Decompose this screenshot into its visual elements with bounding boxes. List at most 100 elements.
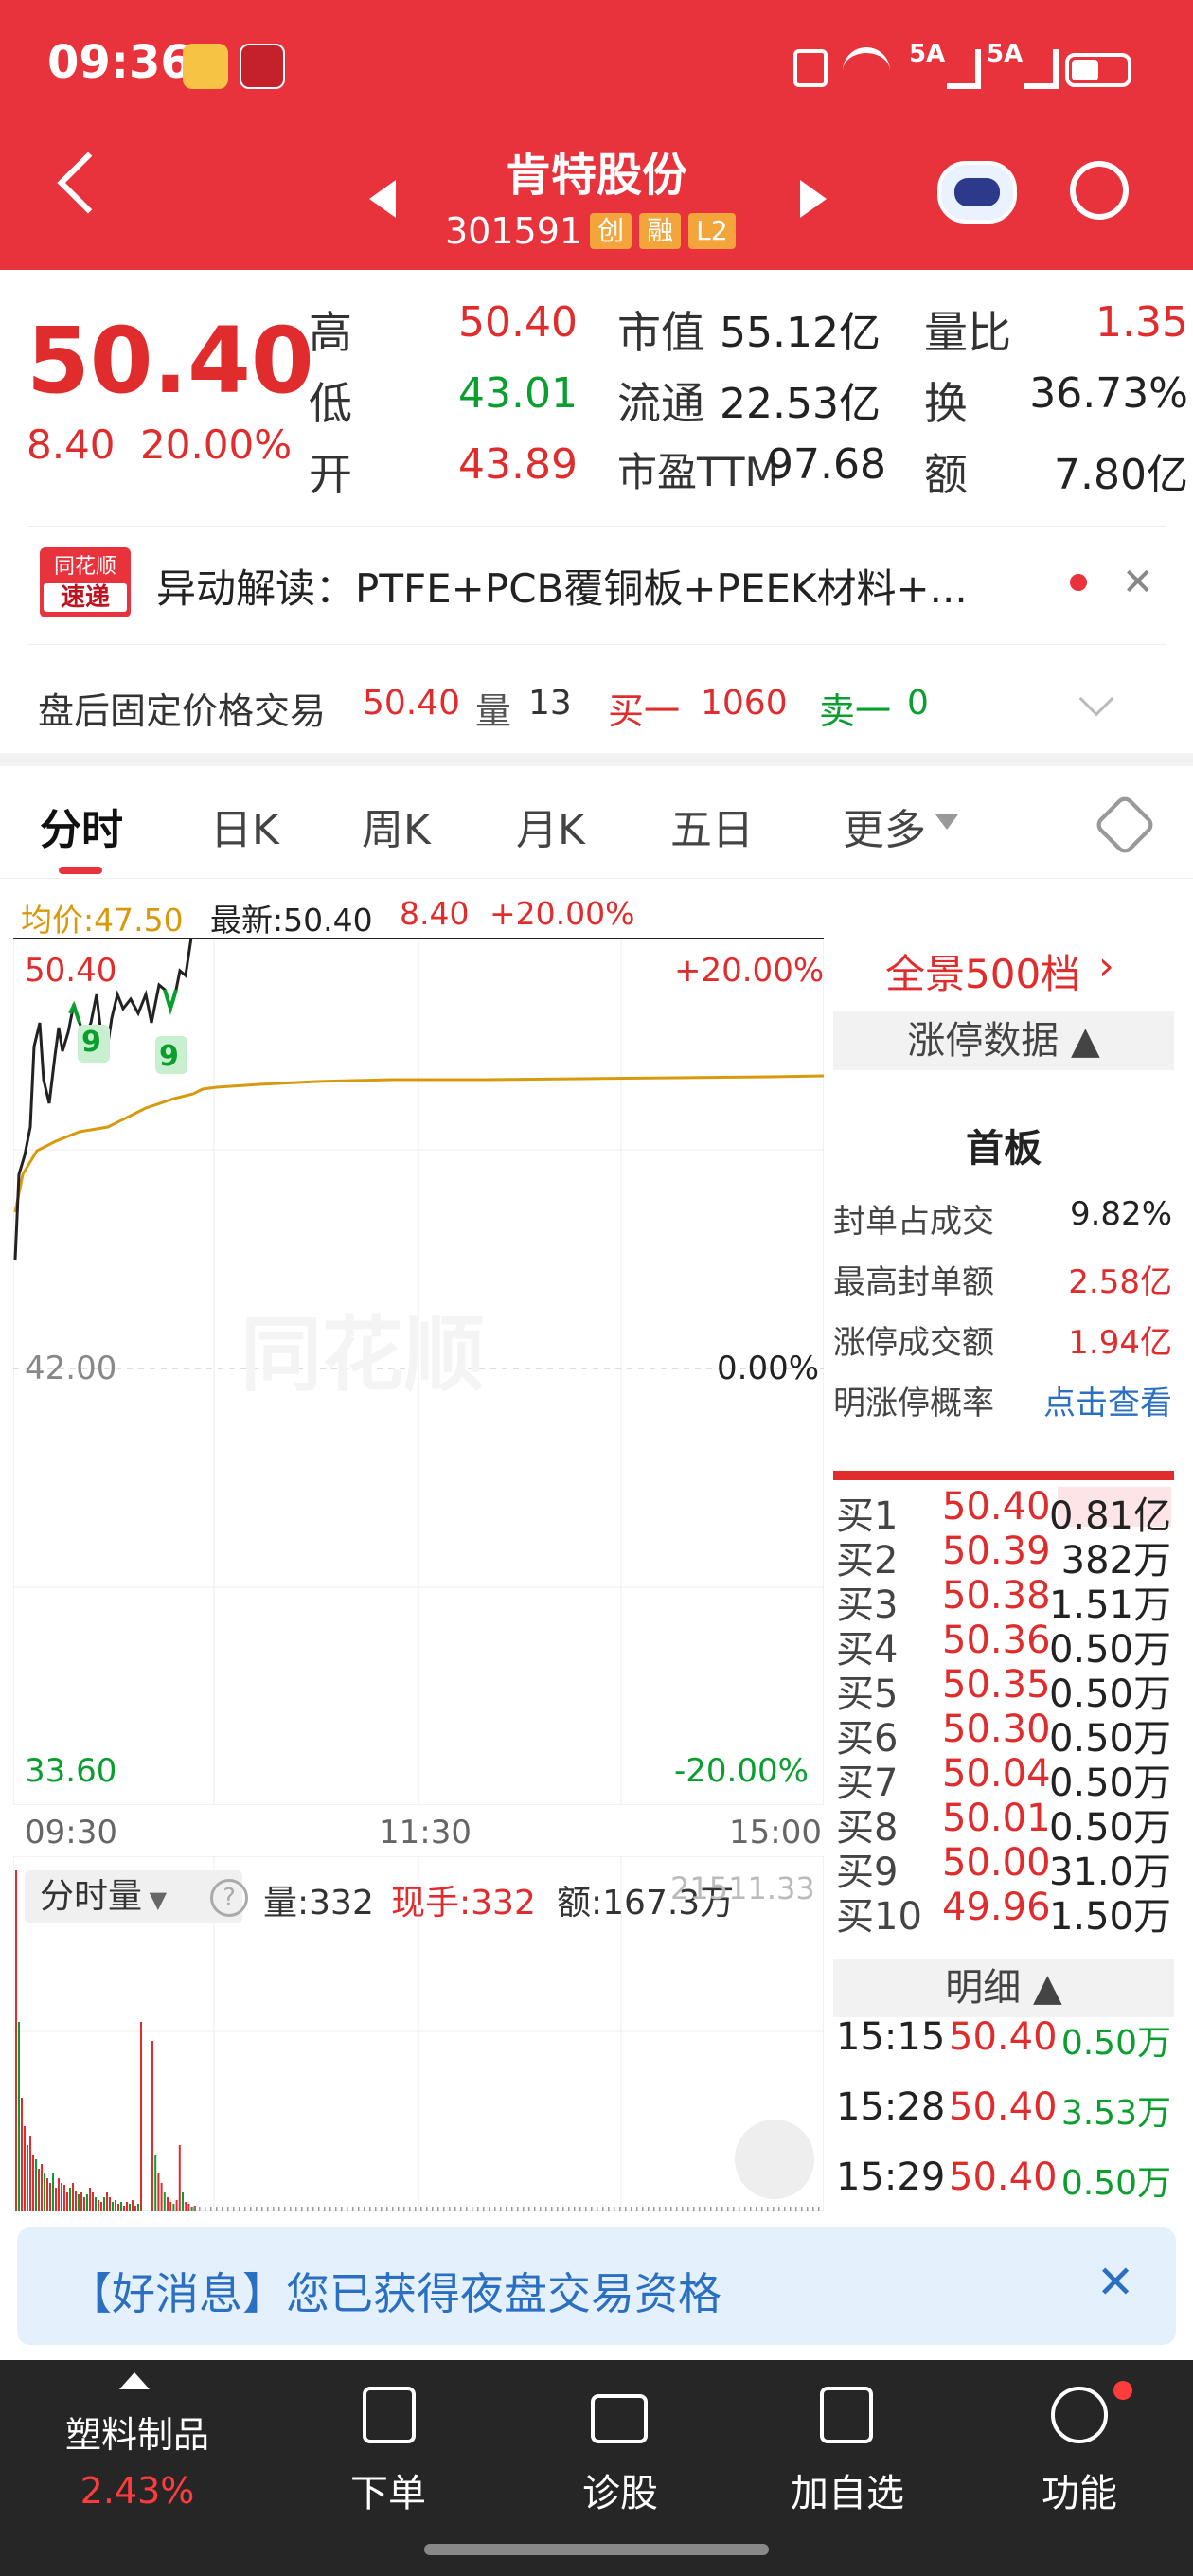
mcap-label: 市值 [617, 307, 704, 358]
search-icon[interactable] [1070, 161, 1129, 220]
limit-row-value: 9.82% [1069, 1195, 1172, 1233]
volume-bar [812, 2207, 814, 2211]
close-banner-icon[interactable]: ✕ [1096, 2256, 1134, 2309]
volume-bar [140, 2022, 142, 2211]
volume-bar [409, 2207, 411, 2211]
detail-toggle[interactable]: 明细 ▲ [833, 1959, 1174, 2017]
wifi-icon [843, 47, 890, 85]
volume-bar [284, 2207, 286, 2211]
axis-mid-pct: 0.00% [717, 1350, 820, 1387]
nav-add-watchlist[interactable]: 加自选 [772, 2462, 923, 2517]
volume-bar [585, 2207, 587, 2211]
volume-bar [324, 2207, 326, 2211]
volume-bar [631, 2207, 632, 2211]
volume-bar [608, 2207, 610, 2211]
nav-diagnose[interactable]: 诊股 [563, 2462, 677, 2517]
volume-bar [420, 2207, 422, 2211]
price-change-pct: 20.00% [140, 421, 293, 468]
volume-bar [500, 2207, 502, 2211]
volume-bar [103, 2197, 105, 2211]
volume-bar [55, 2188, 57, 2211]
bid-price: 49.96 [942, 1886, 1051, 1929]
volume-bar [767, 2207, 769, 2211]
nav-function[interactable]: 功能 [1023, 2462, 1136, 2517]
settings-hex-icon[interactable] [1093, 793, 1157, 857]
notification-dot [1113, 2381, 1132, 2400]
nav-order[interactable]: 下单 [331, 2462, 445, 2517]
volume-bar [175, 2200, 178, 2211]
intraday-price-chart[interactable]: 同花顺 [13, 938, 824, 1805]
help-icon[interactable]: ? [210, 1879, 248, 1917]
volume-bar [426, 2207, 428, 2211]
marker-9b: 9 [159, 1040, 179, 1073]
volume-bar [112, 2202, 114, 2211]
volume-bar [210, 2207, 212, 2211]
volume-bar [818, 2207, 820, 2211]
tab-day-k[interactable]: 日K [210, 796, 279, 856]
volume-ratio-value: 1.35 [1095, 298, 1188, 347]
divider [0, 878, 1193, 879]
time-start: 09:30 [25, 1814, 117, 1852]
volume-bar [364, 2207, 365, 2211]
volume-bar [160, 2183, 163, 2211]
bid-price: 50.00 [942, 1841, 1051, 1885]
volume-bar [100, 2202, 102, 2211]
night-trading-banner[interactable]: 【好消息】您已获得夜盘交易资格 ✕ [17, 2227, 1176, 2345]
current-price: 50.40 [27, 308, 314, 414]
volume-bar [318, 2207, 320, 2211]
volume-bar [523, 2207, 525, 2211]
volume-bar [347, 2207, 348, 2211]
news-text[interactable]: 异动解读：PTFE+PCB覆铜板+PEEK材料+... [156, 557, 1046, 615]
volume-bar [307, 2207, 309, 2211]
volume-bar [187, 2204, 190, 2211]
tab-month-k[interactable]: 月K [516, 796, 585, 856]
home-indicator[interactable] [424, 2544, 769, 2555]
volume-bar [454, 2207, 456, 2211]
volume-bar [151, 2041, 153, 2211]
limit-data-toggle[interactable]: 涨停数据 ▲ [833, 1011, 1174, 1070]
tab-five-day[interactable]: 五日 [670, 796, 754, 856]
limit-row-value[interactable]: 点击查看 [1004, 1377, 1172, 1423]
axis-bottom-pct: -20.00% [674, 1752, 809, 1790]
tab-fenshi[interactable]: 分时 [40, 796, 123, 856]
pe-label: 市盈TTM [617, 449, 779, 495]
more-dropdown-icon [935, 814, 958, 830]
volume-bar [172, 2204, 175, 2211]
fullscreen-button[interactable] [735, 2120, 814, 2199]
unread-dot [1070, 574, 1087, 591]
volume-bar [778, 2207, 780, 2211]
section-divider [0, 753, 1193, 766]
mcap-value: 55.12亿 [720, 309, 881, 357]
close-news-icon[interactable]: ✕ [1122, 561, 1154, 604]
volume-bar [636, 2207, 638, 2211]
next-stock-icon[interactable] [800, 180, 827, 218]
volume-bar [273, 2207, 275, 2211]
amount-label: 额 [924, 449, 968, 500]
logo-top: 同花顺 [53, 555, 116, 579]
volume-bar [61, 2183, 62, 2211]
volume-bar [682, 2207, 684, 2211]
chevron-down-icon[interactable] [1078, 681, 1114, 717]
volume-bar [216, 2207, 218, 2211]
volume-bar [66, 2192, 68, 2211]
volume-bar [602, 2207, 604, 2211]
volume-bar [63, 2185, 65, 2211]
tab-week-k[interactable]: 周K [362, 796, 431, 856]
volume-bar [369, 2207, 371, 2211]
volume-value: 量:332 [263, 1884, 374, 1923]
detail-time: 15:15 [836, 2015, 946, 2059]
volume-bar [551, 2207, 553, 2211]
open-value: 43.89 [458, 440, 578, 489]
latest-price: 最新:50.40 [210, 902, 373, 939]
robot-assistant-icon[interactable] [937, 161, 1017, 224]
expand-up-icon[interactable] [119, 2372, 150, 2389]
sector-name[interactable]: 塑料制品 [0, 2406, 275, 2458]
time-end: 15:00 [729, 1814, 822, 1852]
panorama-link[interactable]: 全景500档 [885, 942, 1080, 1000]
volume-bar [72, 2183, 74, 2211]
limit-data-title: 涨停数据 [907, 1019, 1059, 1063]
board-type: 首板 [966, 1127, 1042, 1171]
volume-bar [557, 2207, 559, 2211]
volume-bar [278, 2207, 280, 2211]
tab-more[interactable]: 更多 [843, 796, 926, 856]
